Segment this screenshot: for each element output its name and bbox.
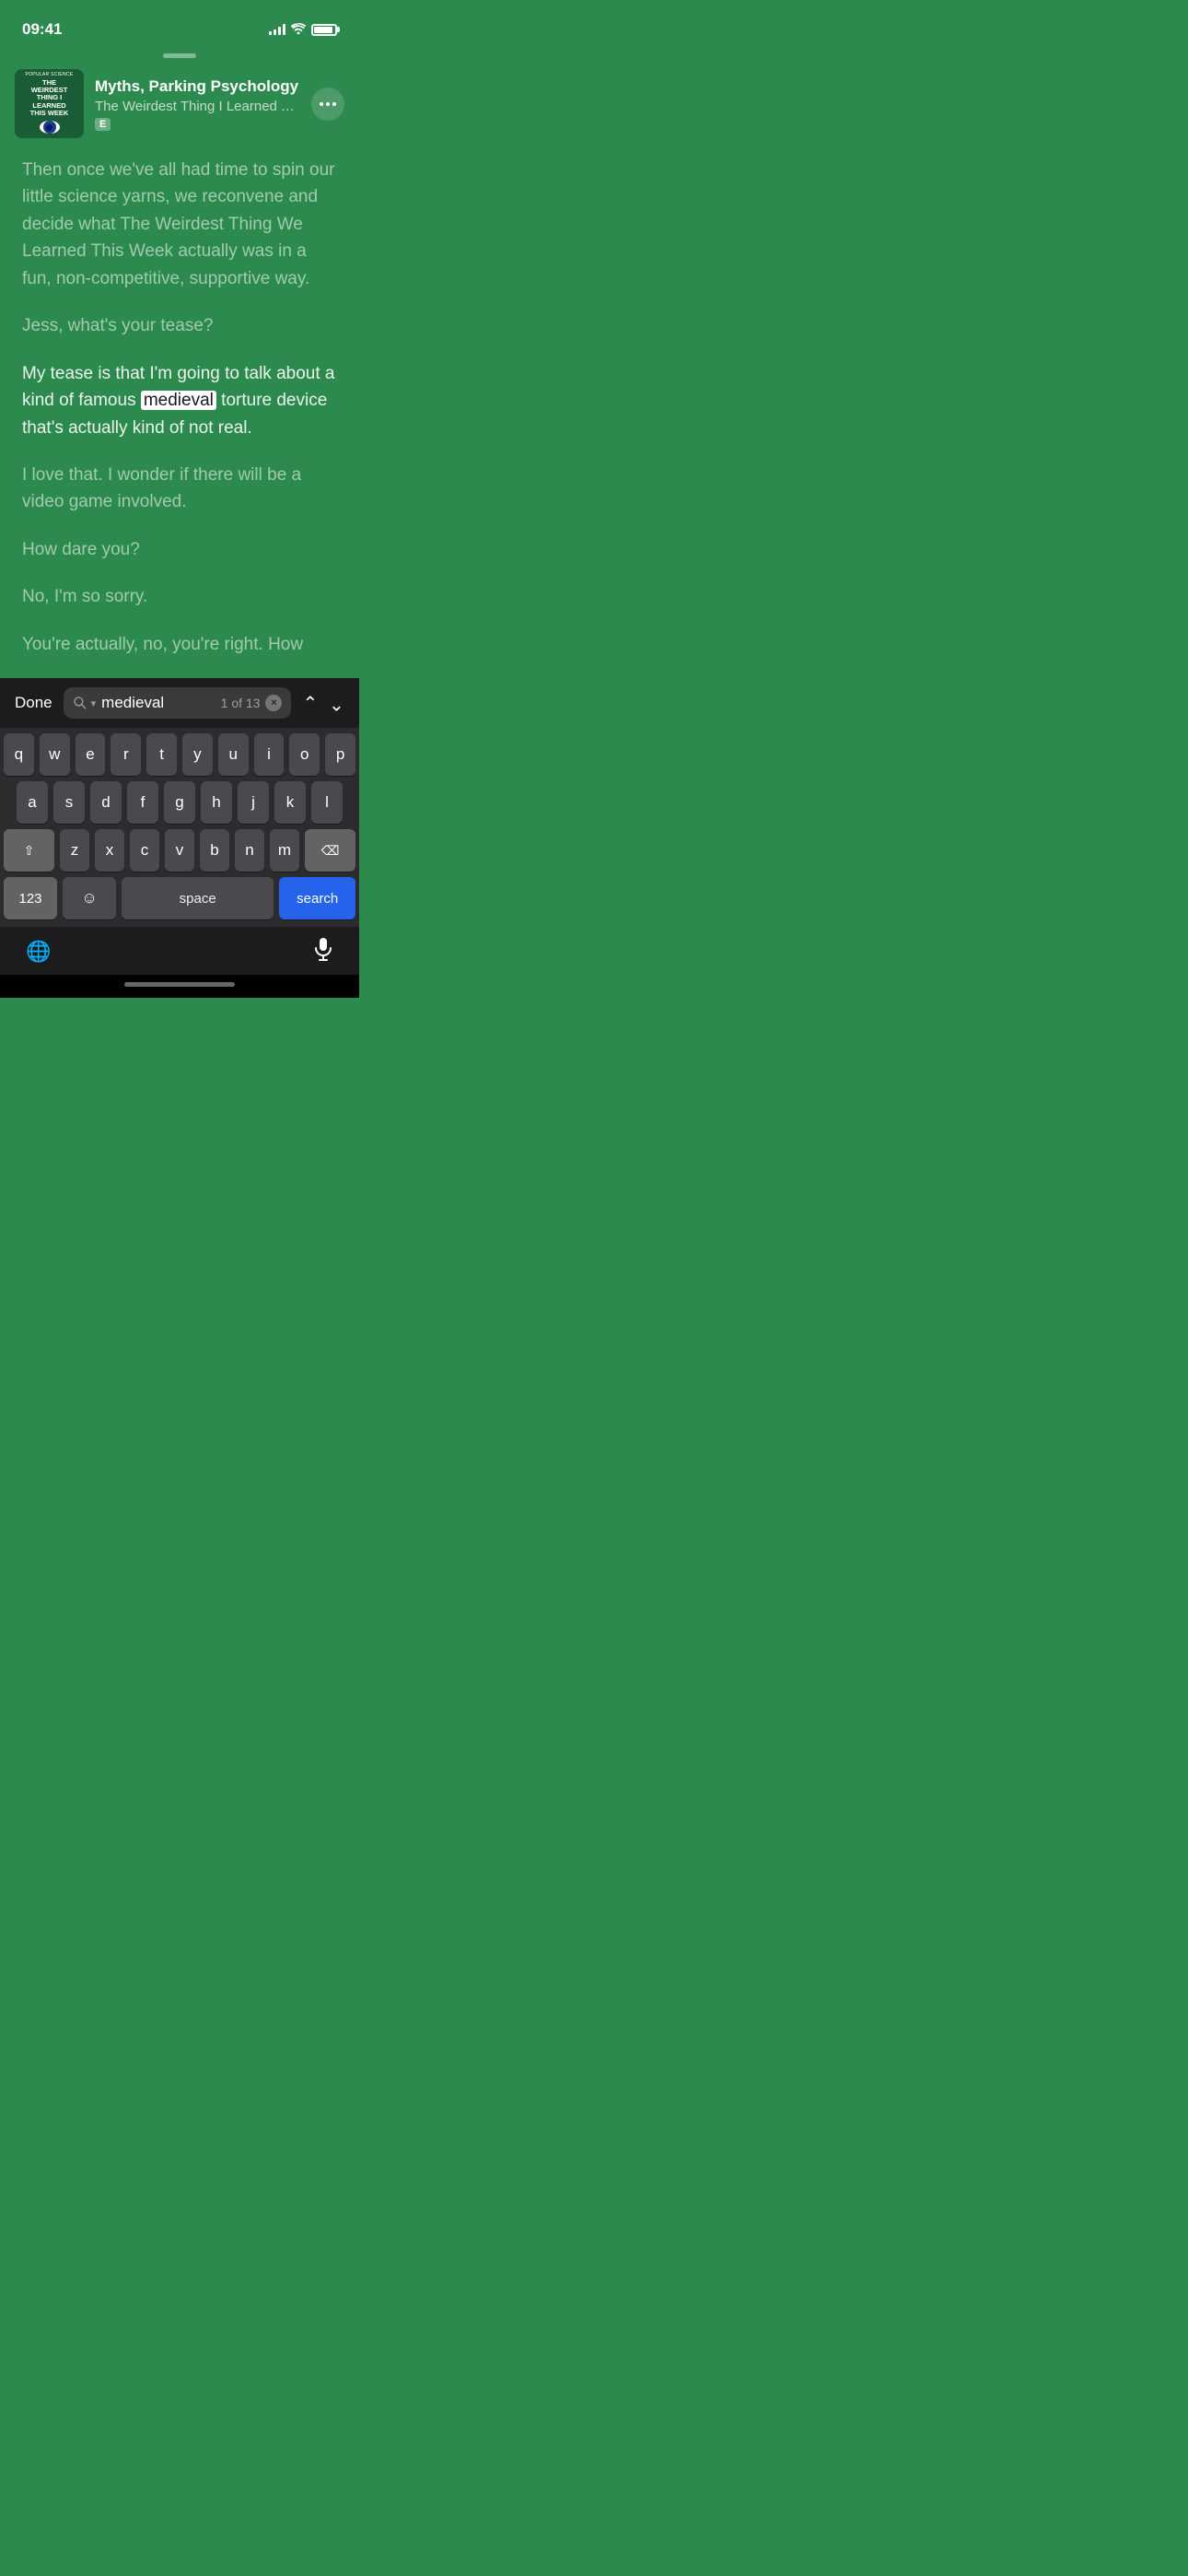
keyboard-row-3: ⇧ z x c v b n m ⌫ xyxy=(0,824,359,872)
search-clear-button[interactable]: × xyxy=(265,695,282,711)
key-a[interactable]: a xyxy=(17,781,48,824)
search-icon-wrap: ▾ xyxy=(73,696,97,710)
key-space[interactable]: space xyxy=(122,877,274,919)
show-title: The Weirdest Thing I Learned This We xyxy=(95,99,300,114)
keyboard-row-4: 123 ☺ space search xyxy=(0,872,359,927)
wifi-icon xyxy=(291,22,306,37)
search-input-wrapper: ▾ medieval 1 of 13 × xyxy=(64,687,292,719)
key-z[interactable]: z xyxy=(60,829,89,872)
search-icon xyxy=(73,696,87,710)
key-emoji[interactable]: ☺ xyxy=(63,877,116,919)
key-shift[interactable]: ⇧ xyxy=(4,829,54,872)
more-dots-icon xyxy=(320,102,336,106)
key-o[interactable]: o xyxy=(289,733,320,776)
key-x[interactable]: x xyxy=(95,829,124,872)
key-h[interactable]: h xyxy=(201,781,232,824)
signal-icon xyxy=(269,24,285,35)
drag-handle xyxy=(0,46,359,69)
keyboard-row-2: a s d f g h j k l xyxy=(0,776,359,824)
status-bar: 09:41 xyxy=(0,0,359,46)
key-g[interactable]: g xyxy=(164,781,195,824)
key-r[interactable]: r xyxy=(111,733,141,776)
microphone-icon[interactable] xyxy=(313,936,333,967)
transcript-paragraph-4: I love that. I wonder if there will be a… xyxy=(22,462,337,516)
key-p[interactable]: p xyxy=(325,733,355,776)
search-bar: Done ▾ medieval 1 of 13 × ⌃ ⌃ xyxy=(0,678,359,728)
key-m[interactable]: m xyxy=(270,829,299,872)
key-d[interactable]: d xyxy=(90,781,122,824)
transcript-paragraph-5: How dare you? xyxy=(22,536,337,563)
key-u[interactable]: u xyxy=(218,733,249,776)
transcript-paragraph-3: My tease is that I'm going to talk about… xyxy=(22,360,337,441)
explicit-badge: E xyxy=(95,118,111,131)
key-s[interactable]: s xyxy=(53,781,85,824)
key-q[interactable]: q xyxy=(4,733,34,776)
home-bar xyxy=(124,982,235,987)
battery-icon xyxy=(311,24,337,36)
search-prev-button[interactable]: ⌃ xyxy=(302,692,318,715)
key-b[interactable]: b xyxy=(200,829,229,872)
more-button[interactable] xyxy=(311,88,344,121)
transcript-highlight-medieval: medieval xyxy=(141,391,216,410)
key-t[interactable]: t xyxy=(146,733,177,776)
key-y[interactable]: y xyxy=(182,733,213,776)
transcript-paragraph-1: Then once we've all had time to spin our… xyxy=(22,157,337,292)
status-time: 09:41 xyxy=(22,20,62,39)
podcast-info: Myths, Parking Psychology The Weirdest T… xyxy=(95,76,300,131)
key-numbers[interactable]: 123 xyxy=(4,877,57,919)
search-nav-buttons: ⌃ ⌃ xyxy=(302,692,344,715)
key-f[interactable]: f xyxy=(127,781,158,824)
globe-icon[interactable]: 🌐 xyxy=(26,940,51,964)
artwork-title-text: THEWEIRDESTTHING ILEARNEDTHIS WEEK xyxy=(30,79,69,117)
status-icons xyxy=(269,22,337,37)
key-i[interactable]: i xyxy=(254,733,285,776)
search-input-text[interactable]: medieval xyxy=(101,694,215,712)
home-indicator xyxy=(0,975,359,998)
search-count: 1 of 13 xyxy=(221,696,261,710)
key-delete[interactable]: ⌫ xyxy=(305,829,355,872)
podcast-artwork: POPULAR SCIENCE THEWEIRDESTTHING ILEARNE… xyxy=(15,69,84,138)
artwork-top-text: POPULAR SCIENCE xyxy=(25,72,73,77)
episode-title: Myths, Parking Psychology xyxy=(95,76,300,97)
podcast-badges: E xyxy=(95,118,300,131)
key-j[interactable]: j xyxy=(238,781,269,824)
podcast-header: POPULAR SCIENCE THEWEIRDESTTHING ILEARNE… xyxy=(0,69,359,138)
key-k[interactable]: k xyxy=(274,781,306,824)
done-button[interactable]: Done xyxy=(15,694,52,712)
artwork-eye xyxy=(40,121,60,134)
transcript-paragraph-6: No, I'm so sorry. xyxy=(22,583,337,610)
search-next-button[interactable]: ⌃ xyxy=(329,692,344,715)
keyboard-footer: 🌐 xyxy=(0,927,359,975)
transcript-paragraph-7: You're actually, no, you're right. How xyxy=(22,631,337,658)
keyboard-row-1: q w e r t y u i o p xyxy=(0,728,359,776)
key-e[interactable]: e xyxy=(76,733,106,776)
key-search[interactable]: search xyxy=(279,877,355,919)
key-v[interactable]: v xyxy=(165,829,194,872)
key-w[interactable]: w xyxy=(40,733,70,776)
transcript-paragraph-2: Jess, what's your tease? xyxy=(22,312,337,339)
key-n[interactable]: n xyxy=(235,829,264,872)
key-c[interactable]: c xyxy=(130,829,159,872)
key-l[interactable]: l xyxy=(311,781,343,824)
keyboard: q w e r t y u i o p a s d f g h j k l ⇧ … xyxy=(0,728,359,927)
clear-icon: × xyxy=(271,698,276,708)
search-chevron-icon: ▾ xyxy=(91,697,97,709)
transcript-content: Then once we've all had time to spin our… xyxy=(0,157,359,658)
